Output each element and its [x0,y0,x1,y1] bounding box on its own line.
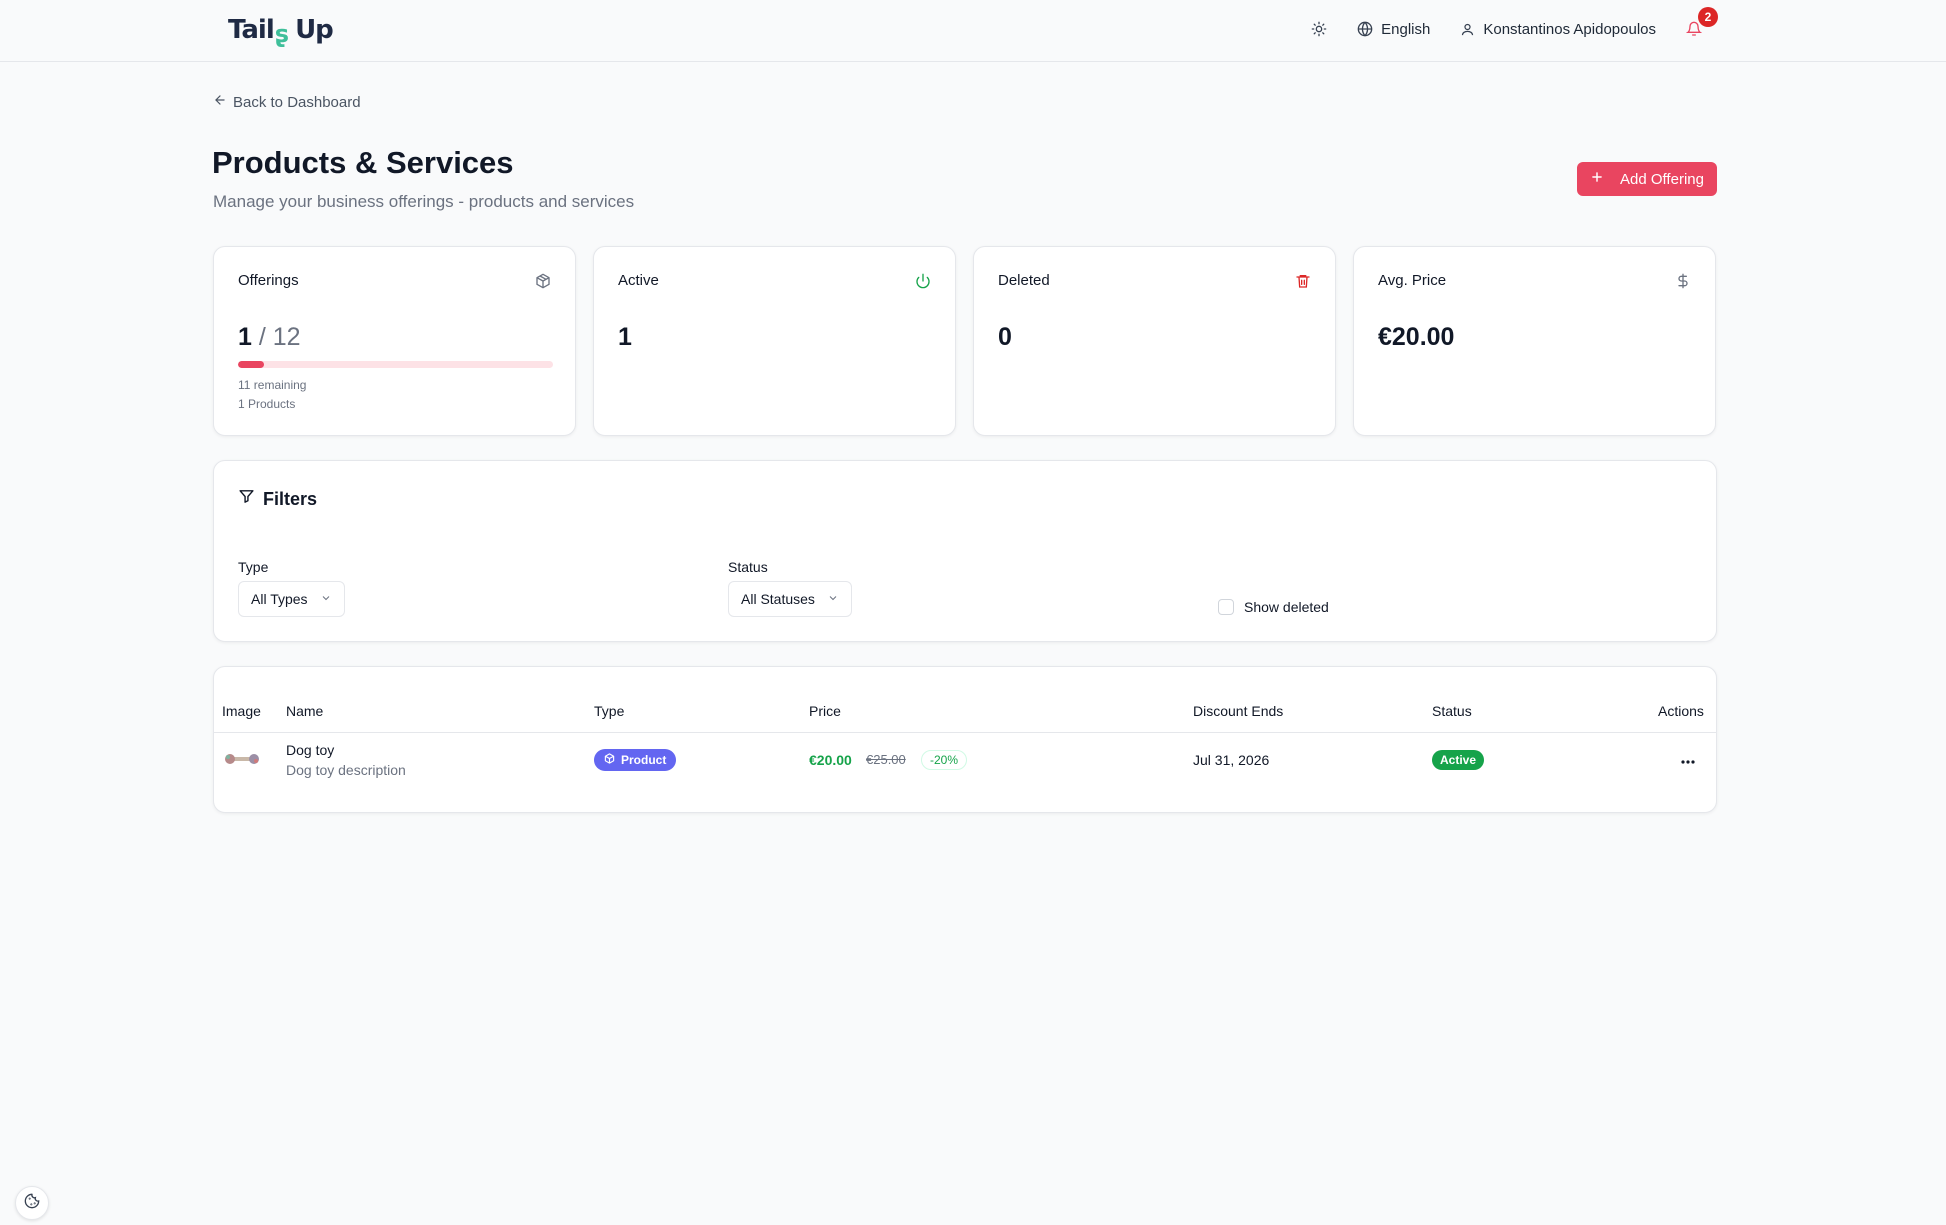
power-icon [915,273,931,294]
package-icon [604,753,615,767]
sun-icon [1311,21,1327,37]
cookie-settings-button[interactable] [15,1186,49,1220]
discount-badge: -20% [921,750,968,770]
column-header-price: Price [809,703,841,719]
trash-icon [1295,273,1311,294]
back-to-dashboard-link[interactable]: Back to Dashboard [213,93,361,111]
notifications-button[interactable]: 2 [1686,7,1718,39]
chevron-down-icon [320,591,332,607]
deleted-card: Deleted 0 [973,246,1336,436]
show-deleted-row: Show deleted [1218,599,1329,615]
globe-icon [1357,21,1373,37]
current-price: €20.00 [809,752,852,768]
offerings-table: Image Name Type Price Discount Ends Stat… [213,666,1717,813]
filters-panel: Filters Type All Types Status All Status… [213,460,1717,642]
avg-price-card: Avg. Price €20.00 [1353,246,1716,436]
offerings-card: Offerings 1 / 12 11 remaining 1 Products [213,246,576,436]
user-icon [1460,22,1475,37]
column-header-name: Name [286,703,324,719]
status-badge: Active [1432,750,1485,770]
status-filter-label: Status [728,559,768,575]
status-filter-select[interactable]: All Statuses [728,581,852,617]
add-offering-button[interactable]: Add Offering [1577,162,1717,196]
arrow-left-icon [213,93,227,111]
package-icon [535,273,551,294]
offerings-remaining: 11 remaining [238,378,307,392]
logo[interactable]: Tail ʂ Up [228,10,334,50]
type-filter-label: Type [238,559,269,575]
add-offering-label: Add Offering [1620,170,1704,188]
page-subtitle: Manage your business offerings - product… [213,192,635,211]
user-menu[interactable]: Konstantinos Apidopoulos [1460,21,1656,38]
plus-icon [1590,170,1604,188]
chevron-down-icon [827,591,839,607]
column-header-discount-ends: Discount Ends [1193,703,1284,719]
notification-badge: 2 [1698,7,1718,27]
offerings-products: 1 Products [238,397,296,411]
active-card: Active 1 [593,246,956,436]
theme-toggle-button[interactable] [1311,21,1327,37]
status-filter-value: All Statuses [741,591,815,607]
row-actions-button[interactable] [1678,751,1698,769]
original-price: €25.00 [866,752,906,767]
header-actions: English Konstantinos Apidopoulos 2 [1311,0,1718,58]
language-label: English [1381,20,1431,38]
filter-icon [238,488,255,510]
language-selector[interactable]: English [1357,21,1430,38]
dollar-icon [1675,273,1691,294]
avg-price-title: Avg. Price [1378,272,1447,289]
page-title: Products & Services [212,145,514,180]
top-bar: Tail ʂ Up English Konstantinos Apidopoul… [0,0,1946,62]
offerings-count: 1 / 12 [238,323,301,351]
avg-price-value: €20.00 [1378,323,1455,351]
type-filter-value: All Types [251,591,308,607]
more-horizontal-icon [1681,751,1695,769]
product-description: Dog toy description [286,762,406,778]
column-header-actions: Actions [1658,703,1704,719]
type-filter-select[interactable]: All Types [238,581,345,617]
column-header-type: Type [594,703,625,719]
back-label: Back to Dashboard [233,93,361,111]
deleted-title: Deleted [998,272,1050,289]
deleted-count: 0 [998,323,1012,351]
filters-title: Filters [263,488,318,509]
type-badge: Product [594,749,677,771]
column-header-status: Status [1432,703,1472,719]
cookie-icon [24,1193,40,1214]
product-thumbnail [224,751,260,772]
active-title: Active [618,272,659,289]
table-header-divider [214,732,1716,733]
user-name: Konstantinos Apidopoulos [1483,20,1656,38]
active-count: 1 [618,323,632,351]
column-header-image: Image [222,703,261,719]
type-badge-label: Product [621,753,667,767]
offerings-progress-fill [238,361,265,368]
offerings-title: Offerings [238,272,299,289]
filters-heading: Filters [238,488,317,510]
discount-ends-date: Jul 31, 2026 [1193,752,1270,768]
offerings-progress-bar [238,361,553,368]
show-deleted-checkbox[interactable] [1218,599,1234,615]
product-name: Dog toy [286,742,335,758]
show-deleted-label: Show deleted [1244,599,1329,615]
